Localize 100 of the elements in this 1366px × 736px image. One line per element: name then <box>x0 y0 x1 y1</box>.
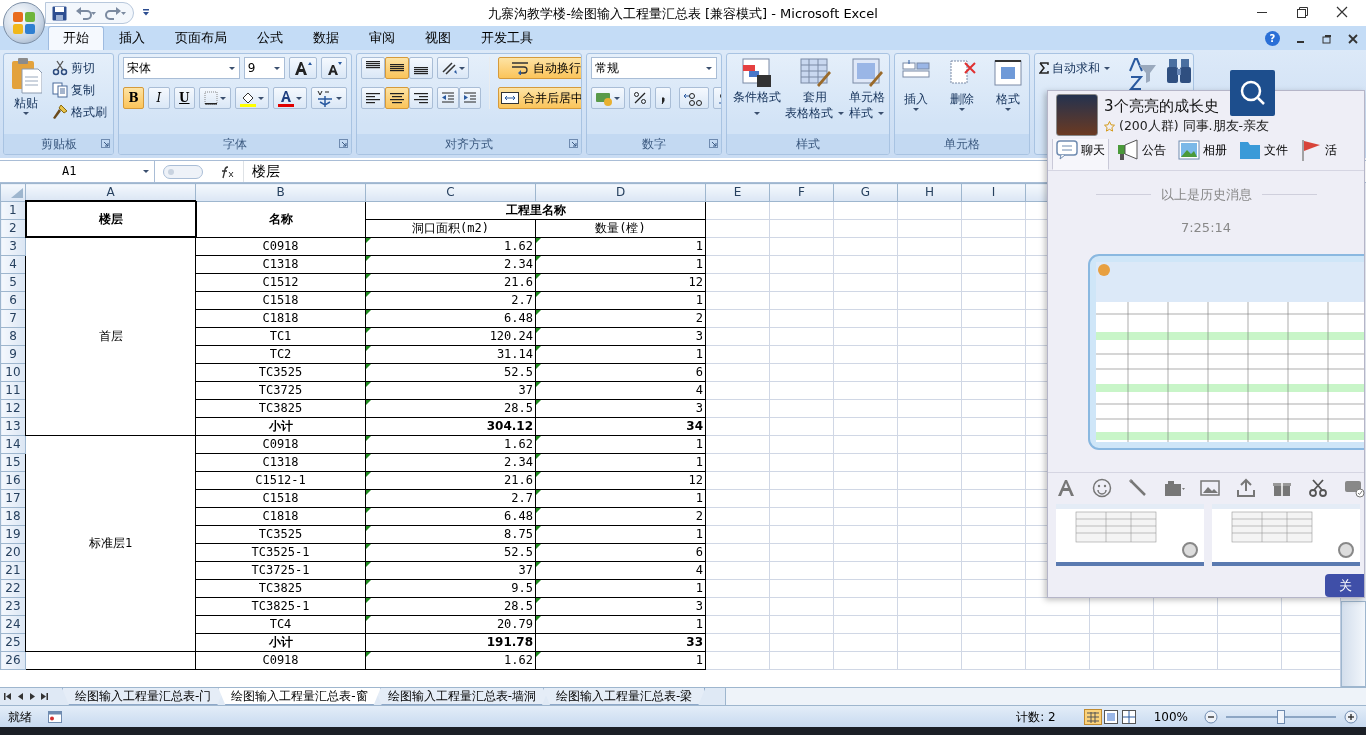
ribbon-tab[interactable]: 开发工具 <box>466 26 548 50</box>
table-cell[interactable]: 304.12 <box>365 417 536 435</box>
dialog-launcher-icon[interactable] <box>339 139 348 148</box>
sort-filter-icon[interactable] <box>1127 57 1157 91</box>
table-cell[interactable]: 4 <box>535 381 706 399</box>
horizontal-align-button[interactable] <box>409 87 433 109</box>
table-cell[interactable]: 52.5 <box>365 363 536 381</box>
italic-button[interactable]: I <box>148 87 170 109</box>
table-cell[interactable]: 3 <box>535 327 706 345</box>
zoom-in-icon[interactable] <box>1344 709 1358 724</box>
table-cell[interactable]: TC3825 <box>195 579 366 597</box>
table-cell[interactable]: TC3825 <box>195 399 366 417</box>
column-header[interactable]: I <box>961 183 1026 201</box>
table-cell[interactable]: 28.5 <box>365 399 536 417</box>
font-size-field[interactable]: 9 <box>243 57 285 79</box>
chat-tab[interactable]: 聊天 <box>1052 139 1109 170</box>
table-cell[interactable]: C0918 <box>195 651 366 669</box>
table-cell[interactable]: 6 <box>535 543 706 561</box>
table-cell[interactable]: 6.48 <box>365 309 536 327</box>
table-cell[interactable]: 1 <box>535 291 706 309</box>
message-check-icon[interactable] <box>1344 478 1366 499</box>
table-cell[interactable]: 21.6 <box>365 273 536 291</box>
table-cell[interactable]: TC4 <box>195 615 366 633</box>
shrink-font-button[interactable] <box>321 57 347 79</box>
table-cell[interactable]: 2.7 <box>365 291 536 309</box>
table-cell[interactable]: 12 <box>535 273 706 291</box>
vertical-scrollbar[interactable] <box>1341 601 1366 687</box>
horizontal-align-button[interactable] <box>385 87 409 109</box>
orientation-button[interactable] <box>437 57 469 79</box>
normal-view-icon[interactable] <box>1083 708 1102 725</box>
table-cell[interactable]: 1.62 <box>365 651 536 669</box>
table-cell[interactable]: 9.5 <box>365 579 536 597</box>
table-cell[interactable]: 6.48 <box>365 507 536 525</box>
ribbon-tab[interactable]: 页面布局 <box>160 26 242 50</box>
table-cell[interactable]: 6 <box>535 363 706 381</box>
ribbon-tab[interactable]: 插入 <box>104 26 160 50</box>
table-cell[interactable]: 洞口面积(m2) <box>365 219 536 237</box>
table-cell[interactable]: TC1 <box>195 327 366 345</box>
table-cell[interactable]: C1818 <box>195 507 366 525</box>
table-cell[interactable]: 4 <box>535 561 706 579</box>
table-cell[interactable]: 楼层 <box>25 201 196 237</box>
table-cell[interactable]: C1512 <box>195 273 366 291</box>
table-cell[interactable]: 工程里名称 <box>365 201 706 219</box>
increase-decimal-button[interactable] <box>679 87 709 109</box>
sheet-nav-arrow-icon[interactable] <box>40 692 48 701</box>
camera-icon[interactable] <box>1164 478 1186 499</box>
table-cell[interactable]: TC3525 <box>195 363 366 381</box>
column-header[interactable]: F <box>769 183 834 201</box>
table-cell[interactable]: 2 <box>535 309 706 327</box>
table-cell[interactable]: 小计 <box>195 633 366 651</box>
table-cell[interactable]: 21.6 <box>365 471 536 489</box>
table-cell[interactable]: 28.5 <box>365 597 536 615</box>
zoom-slider-handle[interactable] <box>1277 709 1285 724</box>
vertical-align-button[interactable] <box>409 57 433 79</box>
column-header[interactable]: G <box>833 183 898 201</box>
page-layout-view-icon[interactable] <box>1101 708 1120 725</box>
table-cell[interactable]: 31.14 <box>365 345 536 363</box>
close-icon[interactable] <box>1348 33 1358 44</box>
table-cell[interactable]: 2.34 <box>365 453 536 471</box>
restore-icon[interactable] <box>1322 33 1332 44</box>
column-header[interactable]: B <box>195 183 366 201</box>
table-cell[interactable]: 1 <box>535 255 706 273</box>
table-cell[interactable]: 1 <box>535 651 706 669</box>
table-cell[interactable]: 1 <box>535 237 706 255</box>
close-icon[interactable] <box>1334 4 1350 20</box>
increase-indent-button[interactable] <box>459 87 481 109</box>
office-button[interactable] <box>3 2 45 44</box>
table-cell[interactable]: 2 <box>535 507 706 525</box>
table-cell[interactable]: TC2 <box>195 345 366 363</box>
ribbon-button[interactable]: 套用 表格格式 <box>783 57 847 121</box>
dialog-launcher-icon[interactable] <box>569 139 578 148</box>
sheet-nav-arrow-icon[interactable] <box>4 692 12 701</box>
table-cell[interactable]: C1318 <box>195 453 366 471</box>
table-cell[interactable]: TC3825-1 <box>195 597 366 615</box>
underline-button[interactable]: U <box>173 87 195 109</box>
table-cell[interactable]: 1 <box>535 435 706 453</box>
table-cell[interactable]: C1518 <box>195 489 366 507</box>
ribbon-button[interactable]: 格式刷 <box>52 101 107 123</box>
column-header[interactable]: D <box>535 183 706 201</box>
upload-icon[interactable] <box>1236 478 1258 499</box>
scissors-icon[interactable] <box>1308 478 1330 499</box>
ribbon-button[interactable]: 格式 <box>991 57 1025 112</box>
table-cell[interactable]: 3 <box>535 597 706 615</box>
table-cell[interactable]: TC3725 <box>195 381 366 399</box>
table-cell[interactable]: 34 <box>535 417 706 435</box>
font-name-field[interactable]: 宋体 <box>123 57 240 79</box>
table-cell[interactable]: 20.79 <box>365 615 536 633</box>
ribbon-button[interactable]: 剪切 <box>52 57 107 79</box>
table-cell[interactable]: TC3725-1 <box>195 561 366 579</box>
column-header[interactable]: A <box>25 183 196 201</box>
table-cell[interactable]: 37 <box>365 381 536 399</box>
table-cell[interactable]: 小计 <box>195 417 366 435</box>
ribbon-tab[interactable]: 开始 <box>48 26 104 50</box>
ribbon-tab[interactable]: 视图 <box>410 26 466 50</box>
zoom-out-icon[interactable] <box>1204 709 1218 724</box>
horizontal-scrollbar[interactable] <box>725 688 1366 705</box>
ribbon-tab[interactable]: 审阅 <box>354 26 410 50</box>
table-cell[interactable]: 191.78 <box>365 633 536 651</box>
table-cell[interactable]: 1 <box>535 615 706 633</box>
table-cell[interactable]: C0918 <box>195 237 366 255</box>
